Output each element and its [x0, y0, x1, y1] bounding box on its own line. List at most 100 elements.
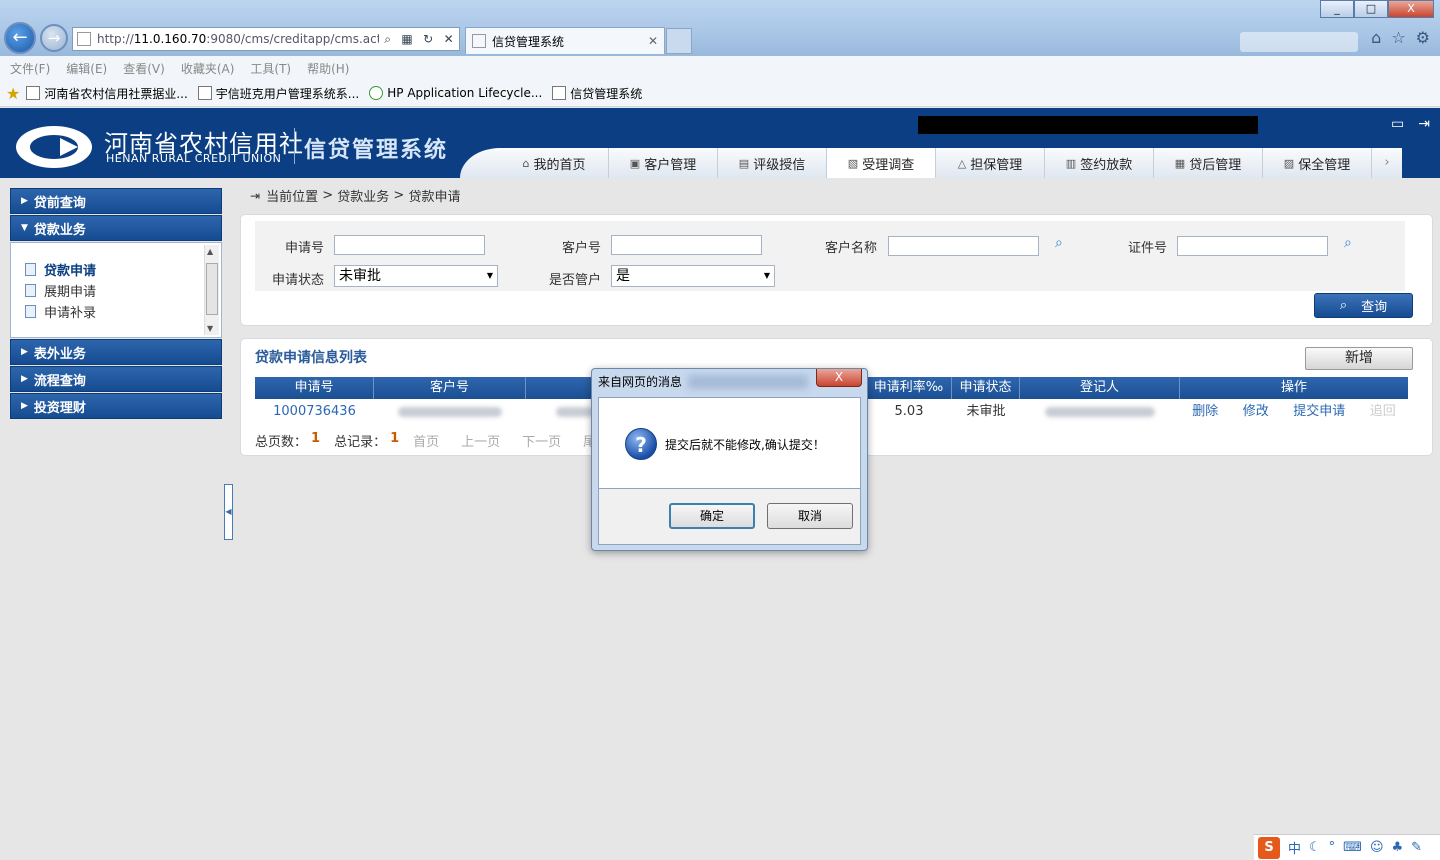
sidebar-item-extension[interactable]: 展期申请 — [11, 280, 221, 301]
favorites-add-icon[interactable]: ★ — [6, 84, 20, 103]
first-page-link[interactable]: 首页 — [413, 431, 439, 450]
cust-name-input[interactable] — [888, 236, 1039, 256]
settings-gear-icon[interactable]: ⚙ — [1416, 28, 1430, 47]
tab-contract[interactable]: ▥ 签约放款 — [1045, 148, 1154, 178]
cert-search-icon[interactable]: ⌕ — [1344, 235, 1352, 251]
ime-moon-icon[interactable]: ☾ — [1309, 840, 1321, 855]
tab-title: 信贷管理系统 — [492, 34, 565, 49]
col-rate[interactable]: 申请利率‰ — [866, 377, 952, 399]
col-actions: 操作 — [1280, 380, 1307, 395]
forward-icon[interactable]: → — [40, 24, 68, 52]
favorites-star-icon[interactable]: ☆ — [1391, 28, 1405, 47]
tab-preservation[interactable]: ▨ 保全管理 — [1263, 148, 1372, 178]
compat-view-icon[interactable]: ▦ — [401, 32, 412, 47]
ime-keyboard-icon[interactable]: ⌨ — [1343, 840, 1362, 855]
address-bar[interactable]: http://11.0.160.70:9080/cms/creditapp/cm… — [72, 27, 460, 51]
tab-customer[interactable]: ▣ 客户管理 — [609, 148, 718, 178]
guarantee-icon: △ — [957, 156, 967, 170]
dialog-cancel-button[interactable]: 取消 — [767, 503, 853, 529]
add-button[interactable]: 新增 — [1305, 347, 1413, 370]
scrollbar-thumb[interactable] — [206, 263, 218, 315]
prev-page-link[interactable]: 上一页 — [461, 431, 500, 450]
edit-link[interactable]: 修改 — [1243, 401, 1269, 423]
scroll-up-icon[interactable]: ▲ — [207, 247, 213, 256]
caret-down-icon: ▼ — [21, 223, 28, 233]
desktop-icon[interactable]: ▭ — [1391, 116, 1404, 132]
ime-user-icon[interactable]: ☺ — [1370, 840, 1384, 855]
menu-file[interactable]: 文件(F) — [10, 60, 50, 77]
query-button[interactable]: ⌕ 查询 — [1314, 293, 1413, 318]
sidebar-scrollbar[interactable]: ▲ ▼ — [204, 245, 219, 335]
col-cust-no[interactable]: 客户号 — [374, 377, 526, 399]
minimize-button[interactable]: _ — [1320, 0, 1354, 18]
tab-survey[interactable]: ▧ 受理调查 — [827, 148, 936, 178]
browser-search-box[interactable] — [1240, 32, 1358, 52]
new-tab-button[interactable] — [666, 28, 692, 54]
col-status[interactable]: 申请状态 — [952, 377, 1020, 399]
stop-icon[interactable]: ✕ — [444, 32, 454, 47]
scroll-down-icon[interactable]: ▼ — [207, 324, 213, 333]
sidebar-section-investment[interactable]: ▶ 投资理财 — [10, 393, 222, 419]
sidebar-item-loan-apply[interactable]: 贷款申请 — [11, 259, 221, 280]
sidebar-item-supplement[interactable]: 申请补录 — [11, 301, 221, 322]
address-search-icon[interactable]: ⌕ — [384, 32, 391, 47]
ime-mode[interactable]: 中 — [1288, 838, 1301, 857]
dialog-ok-button[interactable]: 确定 — [669, 503, 755, 529]
delete-link[interactable]: 删除 — [1192, 401, 1218, 423]
managed-select[interactable]: 是 ▼ — [611, 265, 775, 287]
tab-guarantee[interactable]: △ 担保管理 — [936, 148, 1045, 178]
window-controls: _ □ X — [1320, 0, 1434, 18]
page-favicon-icon — [77, 32, 91, 46]
sidebar-collapse-handle[interactable]: ◀ — [224, 484, 233, 540]
ime-punct-icon[interactable]: ° — [1329, 840, 1336, 855]
ime-skin-icon[interactable]: ♣ — [1392, 840, 1404, 855]
cust-no-input[interactable] — [611, 235, 762, 255]
breadcrumb: ⇥ 当前位置 > 贷款业务 > 贷款申请 — [250, 188, 461, 205]
logout-icon[interactable]: ⇥ — [1418, 116, 1430, 132]
col-registrar[interactable]: 登记人 — [1020, 377, 1180, 399]
tab-close-icon[interactable]: ✕ — [648, 34, 658, 48]
sidebar-section-off-balance[interactable]: ▶ 表外业务 — [10, 339, 222, 365]
next-page-link[interactable]: 下一页 — [522, 431, 561, 450]
main-nav: ⌂ 我的首页 ▣ 客户管理 ▤ 评级授信 ▧ 受理调查 △ 担保管理 ▥ 签约放款 ▦ 贷后管… — [500, 148, 1402, 178]
home-page-icon[interactable]: ⌂ — [1371, 28, 1381, 47]
tab-home[interactable]: ⌂ 我的首页 — [500, 148, 609, 178]
menu-help[interactable]: 帮助(H) — [307, 60, 349, 77]
sogou-ime-icon[interactable]: S — [1258, 836, 1280, 859]
menu-favorites[interactable]: 收藏夹(A) — [181, 60, 235, 77]
cust-search-icon[interactable]: ⌕ — [1055, 235, 1063, 251]
browser-menubar: 文件(F) 编辑(E) 查看(V) 收藏夹(A) 工具(T) 帮助(H) — [0, 56, 1440, 80]
user-info-redacted — [918, 116, 1258, 134]
favorite-link-2[interactable]: 宇信班克用户管理系统系... — [197, 85, 359, 102]
ime-tools-icon[interactable]: ✎ — [1411, 840, 1422, 855]
sidebar-loan-items: 贷款申请 展期申请 申请补录 ▲ ▼ — [10, 242, 222, 338]
submit-link[interactable]: 提交申请 — [1293, 401, 1345, 423]
sidebar-section-pre-loan[interactable]: ▶ 贷前查询 — [10, 188, 222, 214]
browser-tab[interactable]: 信贷管理系统 ✕ — [465, 27, 665, 54]
favorite-link-4[interactable]: 信贷管理系统 — [552, 85, 642, 102]
tab-post-loan[interactable]: ▦ 贷后管理 — [1154, 148, 1263, 178]
status-select[interactable]: 未审批 ▼ — [334, 265, 498, 287]
contract-icon: ▥ — [1065, 156, 1077, 170]
sidebar-section-loan[interactable]: ▼ 贷款业务 — [10, 215, 222, 241]
document-icon — [25, 284, 36, 297]
menu-edit[interactable]: 编辑(E) — [66, 60, 107, 77]
nav-scroll-right-icon[interactable]: › — [1372, 148, 1402, 178]
favorite-link-3[interactable]: HP Application Lifecycle... — [369, 86, 542, 100]
back-icon[interactable]: ← — [4, 22, 36, 54]
cert-no-input[interactable] — [1177, 236, 1328, 256]
favorite-link-1[interactable]: 河南省农村信用社票据业... — [26, 85, 188, 102]
menu-tools[interactable]: 工具(T) — [250, 60, 291, 77]
app-no-input[interactable] — [334, 235, 485, 255]
caret-right-icon: ▶ — [21, 196, 28, 206]
dialog-close-button[interactable]: X — [816, 369, 862, 387]
col-app-no[interactable]: 申请号 — [255, 377, 374, 399]
close-window-button[interactable]: X — [1388, 0, 1434, 18]
cell-rate: 5.03 — [894, 404, 924, 419]
cell-app-no[interactable]: 1000736436 — [255, 401, 374, 423]
maximize-button[interactable]: □ — [1354, 0, 1388, 18]
menu-view[interactable]: 查看(V) — [123, 60, 165, 77]
refresh-icon[interactable]: ↻ — [423, 32, 433, 47]
tab-rating[interactable]: ▤ 评级授信 — [718, 148, 827, 178]
sidebar-section-process[interactable]: ▶ 流程查询 — [10, 366, 222, 392]
